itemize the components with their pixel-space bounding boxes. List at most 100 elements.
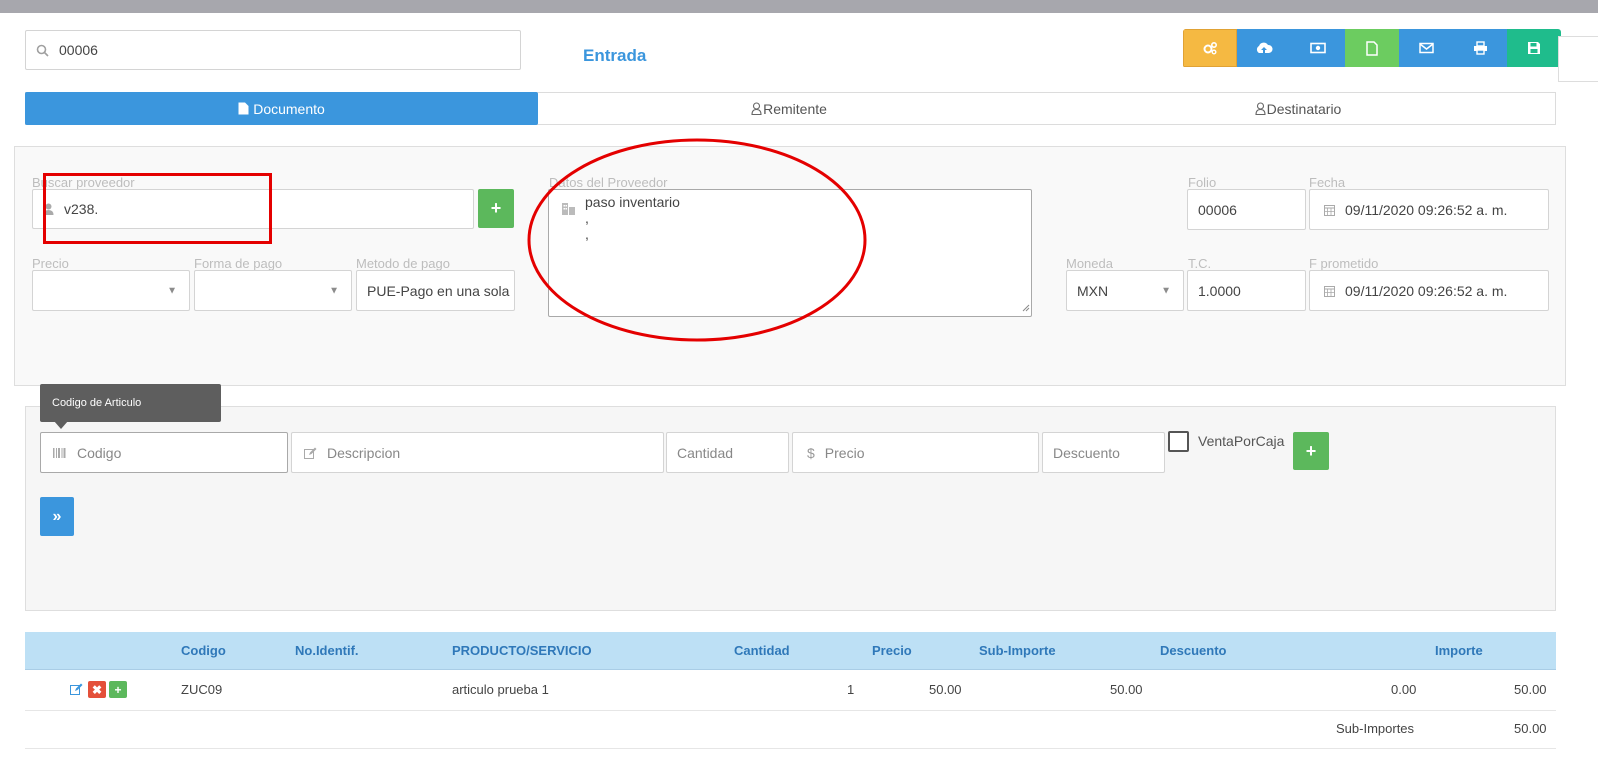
- search-icon: [36, 44, 49, 57]
- metodo-pago-label: Metodo de pago: [356, 256, 450, 271]
- f-prometido-value: 09/11/2020 09:26:52 a. m.: [1345, 282, 1508, 299]
- cantidad-placeholder: Cantidad: [677, 444, 734, 461]
- folio-input[interactable]: 00006: [1187, 189, 1306, 230]
- descuento-input[interactable]: Descuento: [1042, 432, 1165, 473]
- print-icon: [1473, 41, 1487, 55]
- cell-cantidad: 1: [847, 682, 855, 697]
- tab-remitente-label: Remitente: [763, 100, 827, 117]
- fecha-input[interactable]: 09/11/2020 09:26:52 a. m.: [1309, 189, 1549, 230]
- moneda-value: MXN: [1077, 282, 1109, 299]
- delete-row-button[interactable]: ✖: [88, 681, 106, 698]
- mail-button[interactable]: [1399, 29, 1453, 67]
- save-icon: [1528, 42, 1540, 54]
- search-value: 00006: [59, 42, 98, 58]
- tab-documento[interactable]: Documento: [25, 92, 538, 125]
- cell-descuento: 0.00: [1391, 682, 1417, 697]
- edit-icon: [304, 447, 317, 459]
- f-prometido-label: F prometido: [1309, 256, 1379, 271]
- ventaporcaja-label: VentaPorCaja: [1198, 433, 1285, 449]
- descripcion-placeholder: Descripcion: [327, 444, 401, 461]
- table-header-row: [25, 632, 1556, 670]
- save-button[interactable]: [1507, 29, 1561, 67]
- money-button[interactable]: [1291, 29, 1345, 67]
- folio-value: 00006: [1198, 201, 1237, 218]
- tc-value: 1.0000: [1198, 282, 1241, 299]
- ventaporcaja-checkbox[interactable]: [1168, 431, 1189, 452]
- tab-documento-label: Documento: [253, 100, 325, 117]
- money-icon: [1310, 42, 1326, 54]
- col-header-precio: Precio: [872, 643, 912, 658]
- tab-remitente[interactable]: Remitente: [538, 92, 1040, 125]
- annotation-ellipse: [527, 138, 867, 342]
- col-header-subimporte: Sub-Importe: [979, 643, 1056, 658]
- annotation-rectangle: [43, 173, 272, 244]
- fecha-value: 09/11/2020 09:26:52 a. m.: [1345, 201, 1508, 218]
- footer-label: Sub-Importes: [1336, 721, 1415, 736]
- add-proveedor-button[interactable]: +: [478, 189, 514, 228]
- table-footer-row: [25, 711, 1556, 749]
- metodo-pago-value: PUE-Pago en una sola: [367, 282, 510, 299]
- cell-precio: 50.00: [929, 682, 962, 697]
- col-header-importe: Importe: [1435, 643, 1483, 658]
- file-icon: [238, 102, 249, 115]
- f-prometido-input[interactable]: 09/11/2020 09:26:52 a. m.: [1309, 270, 1549, 311]
- edit-row-icon[interactable]: [70, 682, 83, 698]
- col-header-producto: PRODUCTO/SERVICIO: [452, 643, 592, 658]
- fecha-label: Fecha: [1309, 175, 1346, 190]
- resize-handle-icon[interactable]: [1022, 299, 1030, 315]
- calendar-icon: [1324, 204, 1335, 216]
- right-edge-panel: [1558, 36, 1598, 82]
- user-icon: [1255, 102, 1266, 115]
- file-icon: [1366, 40, 1378, 56]
- tab-destinatario[interactable]: Destinatario: [1040, 92, 1556, 125]
- cantidad-input[interactable]: Cantidad: [666, 432, 789, 473]
- add-article-button[interactable]: +: [1293, 432, 1329, 470]
- moneda-select[interactable]: MXN ▼: [1066, 270, 1184, 311]
- search-input[interactable]: 00006: [25, 30, 521, 70]
- cell-codigo: ZUC09: [181, 682, 223, 697]
- metodo-pago-select[interactable]: PUE-Pago en una sola: [356, 270, 515, 311]
- print-button[interactable]: [1453, 29, 1507, 67]
- cell-importe: 50.00: [1514, 682, 1547, 697]
- codigo-tooltip-text: Codigo de Articulo: [52, 397, 142, 409]
- add-row-button[interactable]: +: [109, 681, 127, 698]
- caret-down-icon: ▼: [1161, 285, 1171, 296]
- codigo-tooltip: Codigo de Articulo: [40, 384, 221, 422]
- cell-producto: articulo prueba 1: [452, 682, 549, 697]
- page-title: Entrada: [583, 46, 647, 65]
- forma-pago-select[interactable]: ▼: [194, 270, 352, 311]
- dollar-icon: $: [807, 444, 815, 461]
- forma-pago-label: Forma de pago: [194, 256, 283, 271]
- document-button[interactable]: [1345, 29, 1399, 67]
- cloud-upload-icon: [1256, 42, 1273, 53]
- cogs-icon: [1203, 41, 1218, 55]
- next-button[interactable]: »: [40, 497, 74, 536]
- precio-label: Precio: [32, 256, 69, 271]
- descuento-placeholder: Descuento: [1053, 444, 1120, 461]
- footer-value: 50.00: [1514, 721, 1547, 736]
- moneda-label: Moneda: [1066, 256, 1113, 271]
- table-row: [25, 670, 1556, 711]
- toolbar: [1183, 29, 1561, 68]
- settings-button[interactable]: [1183, 29, 1237, 67]
- col-header-descuento: Descuento: [1160, 643, 1227, 658]
- folio-label: Folio: [1188, 175, 1217, 190]
- col-header-codigo: Codigo: [181, 643, 226, 658]
- codigo-placeholder: Codigo: [77, 444, 122, 461]
- tab-destinatario-label: Destinatario: [1266, 100, 1342, 117]
- precio-input[interactable]: $ Precio: [792, 432, 1039, 473]
- descripcion-input[interactable]: Descripcion: [291, 432, 664, 473]
- precio-select[interactable]: ▼: [32, 270, 190, 311]
- col-header-no-identif: No.Identif.: [295, 643, 359, 658]
- caret-down-icon: ▼: [329, 285, 339, 296]
- barcode-icon: [53, 447, 67, 458]
- codigo-input[interactable]: Codigo: [40, 432, 288, 473]
- caret-down-icon: ▼: [167, 285, 177, 296]
- cloud-upload-button[interactable]: [1237, 29, 1291, 67]
- precio-placeholder: Precio: [824, 444, 865, 461]
- tc-input[interactable]: 1.0000: [1187, 270, 1306, 311]
- tc-label: T.C.: [1188, 256, 1212, 271]
- calendar-icon: [1324, 285, 1335, 297]
- envelope-icon: [1418, 42, 1434, 54]
- cell-subimporte: 50.00: [1110, 682, 1143, 697]
